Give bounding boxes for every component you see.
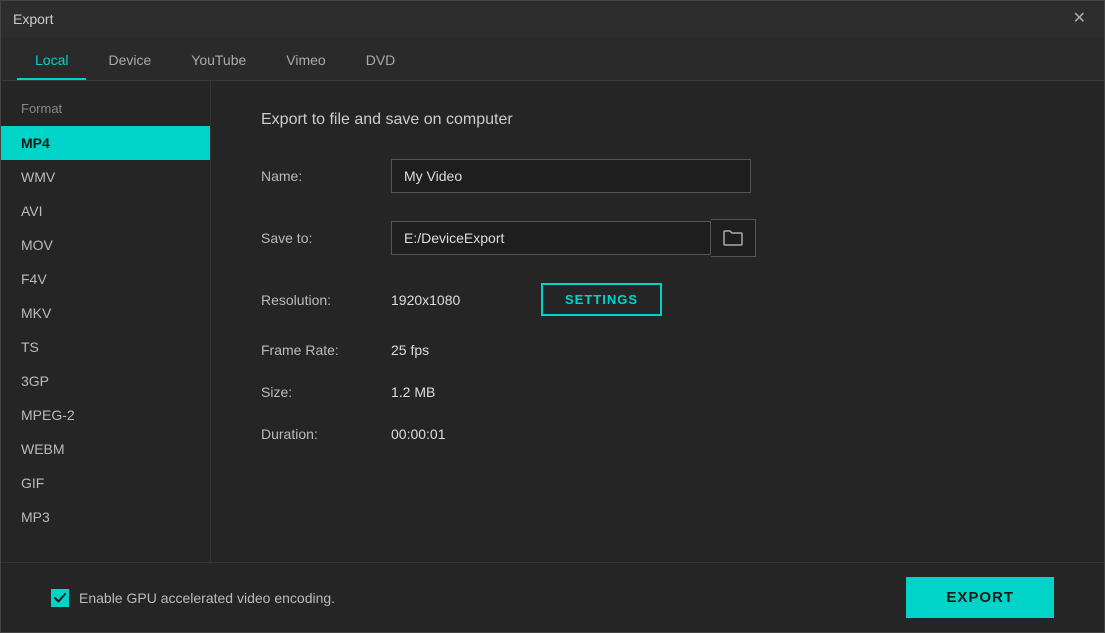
sidebar-item-gif[interactable]: GIF	[1, 466, 210, 500]
name-row: Name:	[261, 159, 1054, 193]
settings-button[interactable]: SETTINGS	[541, 283, 662, 316]
gpu-checkbox-container[interactable]: Enable GPU accelerated video encoding.	[51, 589, 335, 607]
close-button[interactable]: ✕	[1067, 7, 1092, 31]
tab-local[interactable]: Local	[17, 42, 86, 80]
sidebar-item-mov[interactable]: MOV	[1, 228, 210, 262]
sidebar-item-f4v[interactable]: F4V	[1, 262, 210, 296]
frame-rate-row: Frame Rate: 25 fps	[261, 342, 1054, 358]
content-area: Format MP4 WMV AVI MOV F4V MKV TS 3GP MP…	[1, 81, 1104, 562]
folder-browse-button[interactable]	[711, 219, 756, 257]
gpu-checkbox[interactable]	[51, 589, 69, 607]
save-to-label: Save to:	[261, 230, 391, 246]
frame-rate-label: Frame Rate:	[261, 342, 391, 358]
sidebar-item-mpeg2[interactable]: MPEG-2	[1, 398, 210, 432]
save-to-input[interactable]	[391, 221, 711, 255]
duration-label: Duration:	[261, 426, 391, 442]
sidebar-item-avi[interactable]: AVI	[1, 194, 210, 228]
export-window: Export ✕ Local Device YouTube Vimeo DVD …	[0, 0, 1105, 633]
window-title: Export	[13, 11, 53, 27]
format-label: Format	[1, 101, 210, 126]
gpu-label: Enable GPU accelerated video encoding.	[79, 590, 335, 606]
folder-icon	[723, 230, 743, 246]
duration-value: 00:00:01	[391, 426, 446, 442]
size-value: 1.2 MB	[391, 384, 435, 400]
size-row: Size: 1.2 MB	[261, 384, 1054, 400]
frame-rate-value: 25 fps	[391, 342, 429, 358]
main-panel: Export to file and save on computer Name…	[211, 81, 1104, 562]
checkmark-icon	[54, 593, 66, 603]
sidebar-item-mp4[interactable]: MP4	[1, 126, 210, 160]
sidebar: Format MP4 WMV AVI MOV F4V MKV TS 3GP MP…	[1, 81, 211, 562]
sidebar-item-3gp[interactable]: 3GP	[1, 364, 210, 398]
panel-title: Export to file and save on computer	[261, 111, 1054, 129]
save-to-row: Save to:	[261, 219, 1054, 257]
tab-bar: Local Device YouTube Vimeo DVD	[1, 37, 1104, 81]
sidebar-item-ts[interactable]: TS	[1, 330, 210, 364]
sidebar-item-mp3[interactable]: MP3	[1, 500, 210, 534]
tab-vimeo[interactable]: Vimeo	[268, 42, 343, 80]
sidebar-item-webm[interactable]: WEBM	[1, 432, 210, 466]
bottom-bar: Enable GPU accelerated video encoding. E…	[1, 562, 1104, 632]
size-label: Size:	[261, 384, 391, 400]
resolution-row: Resolution: 1920x1080 SETTINGS	[261, 283, 1054, 316]
tab-device[interactable]: Device	[90, 42, 169, 80]
export-button[interactable]: EXPORT	[906, 577, 1054, 618]
name-label: Name:	[261, 168, 391, 184]
gpu-row: Enable GPU accelerated video encoding.	[51, 589, 335, 607]
sidebar-item-mkv[interactable]: MKV	[1, 296, 210, 330]
sidebar-item-wmv[interactable]: WMV	[1, 160, 210, 194]
title-bar: Export ✕	[1, 1, 1104, 37]
resolution-value: 1920x1080	[391, 292, 511, 308]
resolution-label: Resolution:	[261, 292, 391, 308]
resolution-field: 1920x1080 SETTINGS	[391, 283, 662, 316]
duration-row: Duration: 00:00:01	[261, 426, 1054, 442]
tab-dvd[interactable]: DVD	[348, 42, 414, 80]
tab-youtube[interactable]: YouTube	[173, 42, 264, 80]
save-to-field	[391, 219, 756, 257]
name-input[interactable]	[391, 159, 751, 193]
